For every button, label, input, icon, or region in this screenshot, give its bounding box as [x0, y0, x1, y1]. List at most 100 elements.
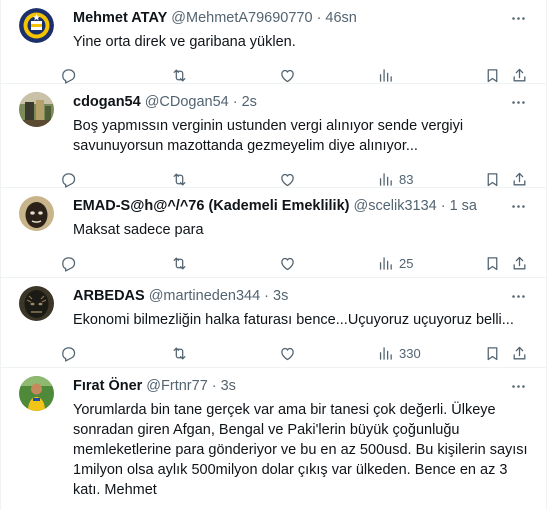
tweet-text: Ekonomi bilmezliğin halka faturası bence… [73, 312, 514, 328]
view-count: 25 [399, 255, 414, 271]
action-bar [60, 64, 532, 86]
like-icon [281, 347, 294, 360]
like-button[interactable] [279, 255, 377, 272]
separator-dot: · [211, 378, 217, 394]
reply-button[interactable] [60, 255, 171, 272]
retweet-button[interactable] [171, 67, 279, 84]
reply-icon [62, 346, 76, 362]
bookmark-button[interactable] [484, 345, 511, 362]
bookmark-icon [487, 256, 498, 270]
more-icon[interactable] [508, 286, 528, 306]
tweet-text: Yine orta direk ve garibana yüklen. [73, 34, 296, 50]
user-handle[interactable]: @Frtnr77 [146, 376, 207, 396]
display-name[interactable]: cdogan54 [73, 92, 141, 112]
views-icon [379, 172, 392, 186]
tweet-header: ARBEDAS @martineden344 · 3s [73, 278, 532, 306]
more-icon[interactable] [508, 376, 528, 396]
tweet-header: cdogan54 @CDogan54 · 2s [73, 84, 532, 112]
bookmark-icon [487, 172, 498, 186]
share-button[interactable] [511, 67, 528, 84]
view-count: 83 [399, 171, 414, 187]
like-button[interactable] [279, 345, 377, 362]
tweet[interactable]: cdogan54 @CDogan54 · 2s Boş yapmıssın ve… [1, 84, 546, 188]
views-icon [379, 346, 392, 360]
tweet[interactable]: Fırat Öner @Frtnr77 · 3s Yorumlarda bin … [1, 368, 546, 510]
more-icon[interactable] [508, 8, 528, 28]
tweet-text: Boş yapmıssın verginin ustunden vergi al… [73, 118, 468, 154]
views-button[interactable]: 83 [377, 171, 484, 188]
views-icon [379, 68, 392, 82]
share-button[interactable] [511, 345, 528, 362]
avatar[interactable] [19, 286, 54, 321]
like-icon [281, 173, 294, 186]
reply-button[interactable] [60, 67, 171, 84]
tweet[interactable]: ARBEDAS @martineden344 · 3s Ekonomi bilm… [1, 278, 546, 368]
avatar[interactable] [19, 376, 54, 411]
action-bar: 330 [60, 342, 532, 364]
timestamp[interactable]: 2s [242, 92, 257, 112]
user-handle[interactable]: @scelik3134 [353, 196, 436, 216]
retweet-icon [173, 173, 186, 185]
avatar[interactable] [19, 8, 54, 43]
tweet-text: Yorumlarda bin tane gerçek var ama bir t… [73, 402, 536, 498]
display-name[interactable]: EMAD-S@h@^/^76 (Kademeli Emeklilik) [73, 196, 349, 216]
tweet[interactable]: Mehmet ATAY @MehmetA79690770 · 46sn Yine… [1, 0, 546, 84]
separator-dot: · [264, 288, 270, 304]
separator-dot: · [440, 198, 446, 214]
share-icon [513, 172, 526, 185]
views-button[interactable] [377, 67, 484, 84]
share-icon [513, 256, 526, 269]
bookmark-icon [487, 346, 498, 360]
reply-feed: Mehmet ATAY @MehmetA79690770 · 46sn Yine… [0, 0, 547, 510]
display-name[interactable]: Mehmet ATAY [73, 8, 167, 28]
display-name[interactable]: Fırat Öner [73, 376, 142, 396]
bookmark-button[interactable] [484, 67, 511, 84]
timestamp[interactable]: 1 sa [450, 196, 477, 216]
timestamp[interactable]: 3s [221, 376, 236, 396]
action-bar: 83 [60, 168, 532, 190]
share-icon [513, 68, 526, 81]
more-icon[interactable] [508, 92, 528, 112]
views-button[interactable]: 330 [377, 345, 484, 362]
retweet-button[interactable] [171, 345, 279, 362]
view-count: 330 [399, 345, 421, 361]
separator-dot: · [232, 94, 238, 110]
user-handle[interactable]: @CDogan54 [145, 92, 229, 112]
bookmark-button[interactable] [484, 171, 511, 188]
retweet-button[interactable] [171, 255, 279, 272]
views-icon [379, 256, 392, 270]
share-button[interactable] [511, 171, 528, 188]
avatar[interactable] [19, 92, 54, 127]
like-button[interactable] [279, 67, 377, 84]
retweet-icon [173, 69, 186, 81]
share-icon [513, 346, 526, 359]
display-name[interactable]: ARBEDAS [73, 286, 145, 306]
like-icon [281, 69, 294, 82]
tweet-header: Mehmet ATAY @MehmetA79690770 · 46sn [73, 0, 532, 28]
timestamp[interactable]: 3s [273, 286, 288, 306]
action-bar: 25 [60, 252, 532, 274]
like-icon [281, 257, 294, 270]
like-button[interactable] [279, 171, 377, 188]
bookmark-button[interactable] [484, 255, 511, 272]
user-handle[interactable]: @MehmetA79690770 [171, 8, 312, 28]
separator-dot: · [316, 10, 322, 26]
retweet-button[interactable] [171, 171, 279, 188]
tweet-header: EMAD-S@h@^/^76 (Kademeli Emeklilik) @sce… [73, 188, 532, 216]
reply-button[interactable] [60, 171, 171, 188]
avatar[interactable] [19, 196, 54, 231]
reply-button[interactable] [60, 345, 171, 362]
reply-icon [62, 256, 76, 272]
user-handle[interactable]: @martineden344 [149, 286, 260, 306]
bookmark-icon [487, 68, 498, 82]
retweet-icon [173, 257, 186, 269]
tweet-text: Maksat sadece para [73, 222, 204, 238]
timestamp[interactable]: 46sn [325, 8, 356, 28]
tweet[interactable]: EMAD-S@h@^/^76 (Kademeli Emeklilik) @sce… [1, 188, 546, 278]
more-icon[interactable] [508, 196, 528, 216]
reply-icon [62, 172, 76, 188]
share-button[interactable] [511, 255, 528, 272]
tweet-header: Fırat Öner @Frtnr77 · 3s [73, 368, 532, 396]
views-button[interactable]: 25 [377, 255, 484, 272]
reply-icon [62, 68, 76, 84]
